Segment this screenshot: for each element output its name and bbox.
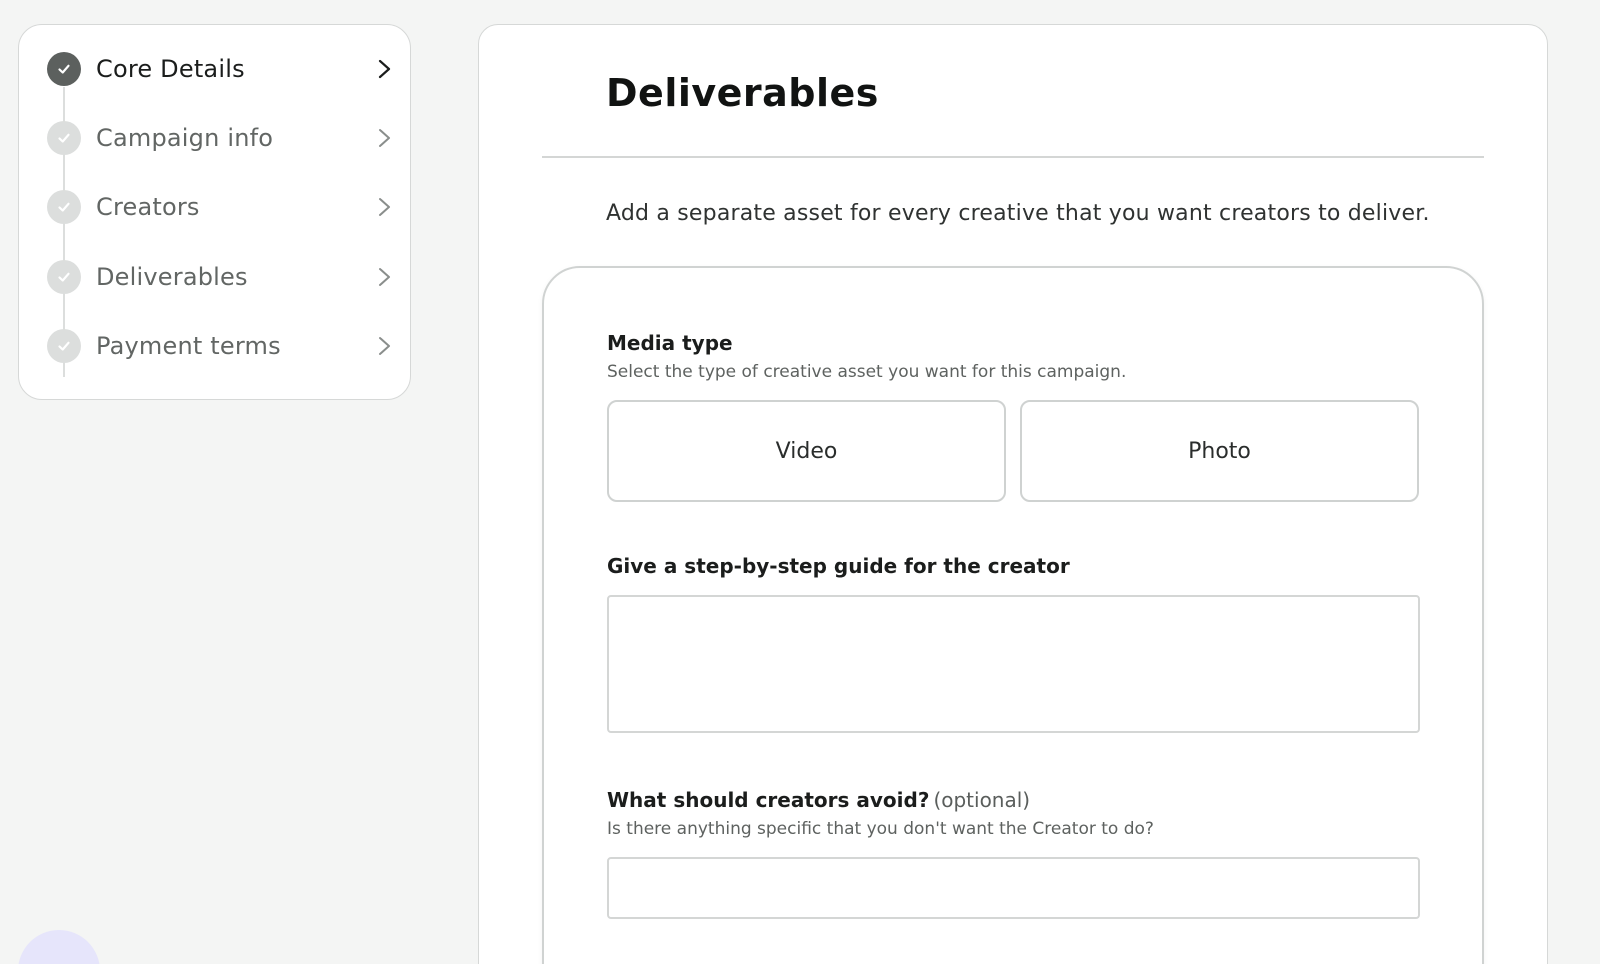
guide-textarea[interactable]: [607, 595, 1420, 733]
media-type-photo-option[interactable]: Photo: [1020, 400, 1419, 502]
media-type-label: Media type: [607, 331, 733, 355]
check-icon: [47, 329, 81, 363]
page-title: Deliverables: [606, 71, 879, 115]
chevron-right-icon: [379, 129, 390, 147]
chevron-right-icon: [378, 59, 391, 79]
avoid-help: Is there anything specific that you don'…: [607, 819, 1154, 839]
step-label: Core Details: [96, 55, 245, 83]
chevron-right-icon: [379, 198, 390, 216]
chevron-right-icon: [379, 268, 390, 286]
check-icon: [47, 121, 81, 155]
help-chat-bubble[interactable]: [18, 930, 100, 964]
step-deliverables[interactable]: Deliverables: [47, 253, 399, 301]
check-icon: [47, 190, 81, 224]
media-type-video-option[interactable]: Video: [607, 400, 1006, 502]
section-description: Add a separate asset for every creative …: [606, 201, 1430, 226]
campaign-stepper: Core Details Campaign info Creators Deli…: [18, 24, 411, 400]
step-label: Creators: [96, 193, 200, 221]
asset-card: Media type Select the type of creative a…: [542, 266, 1484, 964]
chevron-right-icon: [379, 337, 390, 355]
step-creators[interactable]: Creators: [47, 183, 399, 231]
title-divider: [542, 156, 1484, 158]
step-label: Deliverables: [96, 263, 248, 291]
media-type-help: Select the type of creative asset you wa…: [607, 362, 1127, 382]
avoid-label-group: What should creators avoid? (optional): [607, 788, 1030, 812]
avoid-input[interactable]: [607, 857, 1420, 919]
step-label: Payment terms: [96, 332, 281, 360]
step-campaign-info[interactable]: Campaign info: [47, 114, 399, 162]
avoid-label: What should creators avoid?: [607, 788, 930, 812]
check-icon: [47, 260, 81, 294]
step-core-details[interactable]: Core Details: [47, 45, 399, 93]
page: Core Details Campaign info Creators Deli…: [0, 0, 1600, 964]
step-label: Campaign info: [96, 124, 274, 152]
optional-tag: (optional): [933, 788, 1031, 812]
check-icon: [47, 52, 81, 86]
deliverables-panel: Deliverables Add a separate asset for ev…: [478, 24, 1548, 964]
step-payment-terms[interactable]: Payment terms: [47, 322, 399, 370]
guide-label: Give a step-by-step guide for the creato…: [607, 554, 1070, 578]
